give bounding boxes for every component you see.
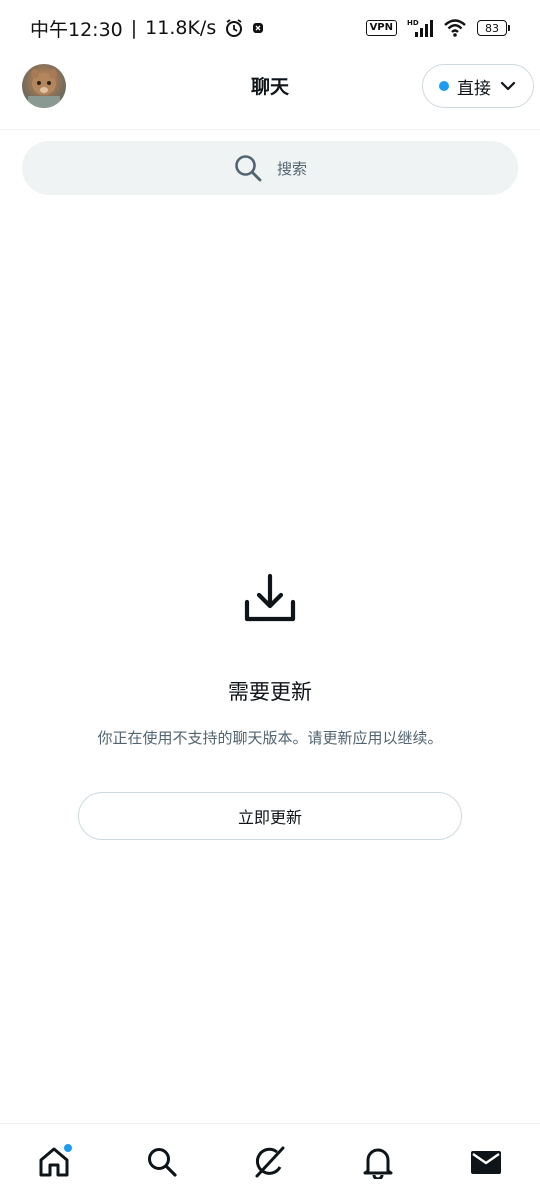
chevron-down-icon	[500, 81, 516, 91]
nav-messages[interactable]	[456, 1132, 516, 1192]
update-required-title: 需要更新	[228, 680, 312, 704]
header: 聊天 直接	[0, 56, 540, 130]
filter-label: 直接	[457, 78, 491, 99]
update-required-description: 你正在使用不支持的聊天版本。请更新应用以继续。	[97, 729, 443, 747]
mail-icon	[471, 1151, 501, 1174]
battery-indicator: 83	[477, 20, 510, 36]
status-dot	[439, 81, 449, 91]
status-left: 中午12:30 | 11.8K/s	[30, 15, 264, 42]
alarm-icon	[226, 19, 243, 37]
vpn-badge: VPN	[365, 20, 397, 36]
search-placeholder: 搜索	[276, 159, 307, 178]
signal-icon: HD	[407, 19, 433, 37]
status-divider: |	[130, 17, 138, 39]
search-icon	[235, 155, 262, 182]
screen: 中午12:30 | 11.8K/s VPN HD 83 聊天 直接 搜索 需要更…	[0, 0, 540, 1200]
bell-icon	[363, 1148, 393, 1179]
direct-filter-dropdown[interactable]: 直接	[422, 64, 534, 108]
nav-home[interactable]	[24, 1132, 84, 1192]
download-icon	[244, 573, 296, 622]
status-bar: 中午12:30 | 11.8K/s VPN HD 83	[0, 0, 540, 56]
nav-grok[interactable]	[240, 1132, 300, 1192]
notification-icon	[253, 23, 264, 33]
wifi-icon	[444, 19, 466, 37]
battery-tip	[508, 25, 510, 31]
home-notification-dot	[64, 1144, 72, 1152]
status-time: 中午12:30	[30, 18, 123, 41]
network-speed: 11.8K/s	[145, 17, 217, 39]
battery-level: 83	[477, 20, 507, 36]
search-input[interactable]: 搜索	[22, 141, 518, 195]
bottom-nav	[0, 1123, 540, 1200]
svg-text:HD: HD	[407, 19, 419, 27]
update-now-button[interactable]: 立即更新	[78, 792, 462, 840]
grok-icon	[255, 1146, 285, 1178]
search-icon	[148, 1148, 177, 1177]
status-right: VPN HD 83	[365, 18, 510, 38]
nav-explore[interactable]	[132, 1132, 192, 1192]
nav-notifications[interactable]	[348, 1132, 408, 1192]
